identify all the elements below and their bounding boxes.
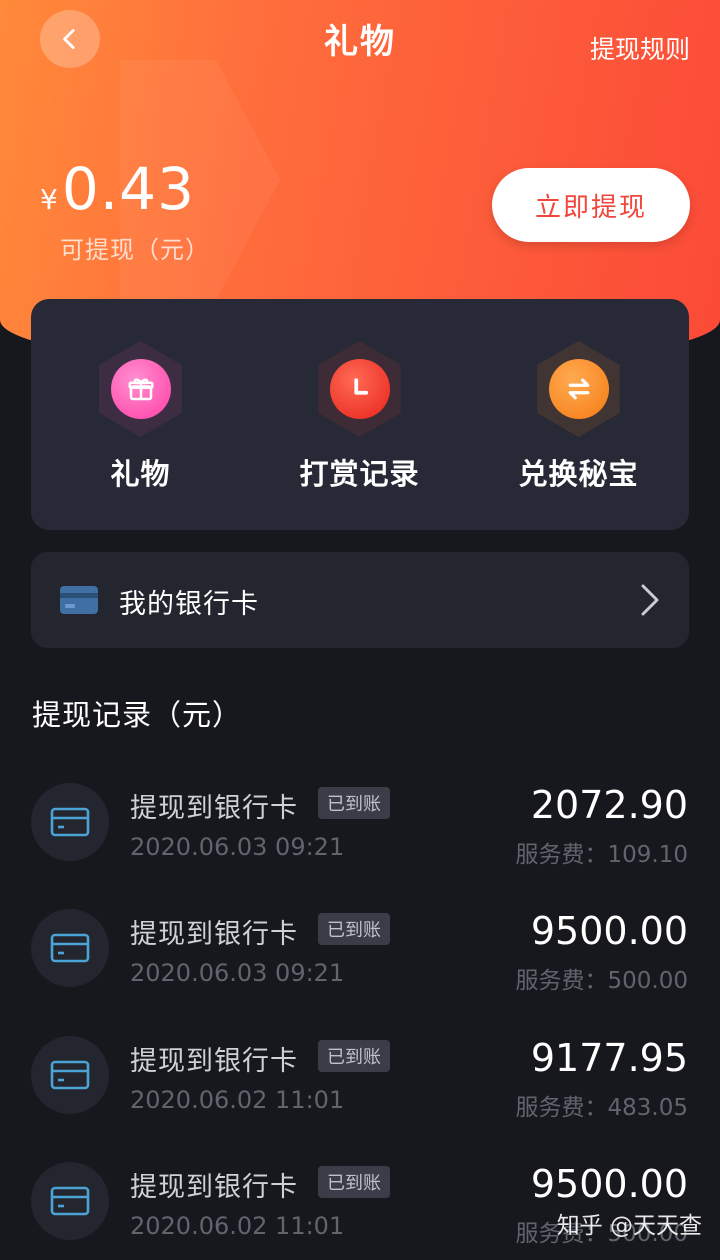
record-title: 提现到银行卡	[130, 1046, 298, 1077]
record-amount: 2072.90	[530, 783, 688, 827]
bank-card-label: 我的银行卡	[119, 589, 259, 620]
record-title: 提现到银行卡	[130, 793, 298, 824]
withdraw-records-title: 提现记录（元）	[32, 698, 243, 732]
withdraw-now-button[interactable]: 立即提现	[492, 168, 690, 242]
status-badge: 已到账	[318, 913, 390, 945]
record-date: 2020.06.02 11:01	[130, 1086, 345, 1114]
record-icon-circle	[31, 1036, 109, 1114]
chevron-right-icon	[641, 584, 659, 616]
quick-action-label: 打赏记录	[299, 457, 420, 491]
quick-action-gift[interactable]: 礼物	[31, 299, 250, 530]
gift-icon	[110, 359, 171, 419]
status-badge: 已到账	[318, 1166, 390, 1198]
record-fee: 服务费：500.00	[515, 968, 688, 994]
record-title: 提现到银行卡	[130, 919, 298, 950]
record-icon-circle	[31, 1162, 109, 1240]
record-icon-circle	[31, 909, 109, 987]
currency-symbol: ¥	[40, 183, 58, 216]
record-amount: 9500.00	[530, 1162, 688, 1206]
withdraw-record-row[interactable]: 提现到银行卡 已到账 2020.06.03 09:21 9500.00 服务费：…	[0, 909, 720, 1019]
balance-value: 0.43	[61, 155, 195, 223]
balance-label: 可提现（元）	[60, 236, 210, 264]
balance-amount: ¥ 0.43	[40, 155, 195, 223]
record-title: 提现到银行卡	[130, 1172, 298, 1203]
record-fee: 服务费：109.10	[515, 842, 688, 868]
quick-action-label: 礼物	[110, 457, 171, 491]
my-bank-card-row[interactable]: 我的银行卡	[31, 552, 689, 648]
withdraw-record-row[interactable]: 提现到银行卡 已到账 2020.06.02 11:01 9177.95 服务费：…	[0, 1036, 720, 1146]
bank-card-icon	[50, 1060, 90, 1090]
bank-card-icon	[50, 807, 90, 837]
bank-card-icon	[50, 1186, 90, 1216]
watermark: 知乎 @天天查	[556, 1213, 702, 1239]
quick-actions-card: 礼物 打赏记录 兑换秘宝	[31, 299, 689, 530]
exchange-icon	[548, 359, 609, 419]
quick-action-exchange[interactable]: 兑换秘宝	[469, 299, 688, 530]
quick-action-tip-records[interactable]: 打赏记录	[250, 299, 469, 530]
bank-card-icon	[50, 933, 90, 963]
record-date: 2020.06.02 11:01	[130, 1212, 345, 1240]
record-icon-circle	[31, 783, 109, 861]
record-amount: 9500.00	[530, 909, 688, 953]
quick-action-label: 兑换秘宝	[518, 457, 639, 491]
record-date: 2020.06.03 09:21	[130, 959, 345, 987]
status-badge: 已到账	[318, 1040, 390, 1072]
status-badge: 已到账	[318, 787, 390, 819]
record-fee: 服务费：483.05	[515, 1095, 688, 1121]
withdraw-rules-link[interactable]: 提现规则	[590, 30, 690, 66]
bank-card-icon	[60, 586, 98, 614]
record-amount: 9177.95	[530, 1036, 688, 1080]
withdraw-record-row[interactable]: 提现到银行卡 已到账 2020.06.03 09:21 2072.90 服务费：…	[0, 783, 720, 893]
clock-icon	[329, 359, 390, 419]
record-date: 2020.06.03 09:21	[130, 833, 345, 861]
